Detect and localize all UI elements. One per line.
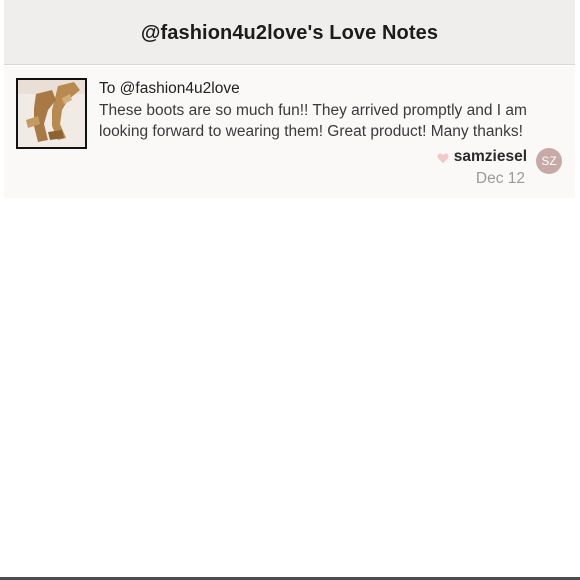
page-header: @fashion4u2love's Love Notes [4, 0, 575, 65]
boots-photo [18, 80, 85, 147]
love-note-card: To @fashion4u2love These boots are so mu… [4, 66, 575, 198]
avatar-initials: SZ [541, 154, 557, 168]
listing-thumbnail[interactable] [16, 78, 87, 149]
love-notes-page: @fashion4u2love's Love Notes To @fashion… [0, 0, 580, 580]
heart-icon [437, 153, 449, 163]
sender-username[interactable]: samziesel [454, 148, 527, 166]
note-recipient: To @fashion4u2love [99, 80, 240, 97]
page-title: @fashion4u2love's Love Notes [140, 21, 439, 44]
sender-row[interactable]: samziesel [436, 148, 527, 166]
note-message: These boots are so much fun!! They arriv… [99, 102, 527, 140]
note-date: Dec 12 [475, 170, 525, 187]
avatar[interactable]: SZ [536, 148, 562, 174]
